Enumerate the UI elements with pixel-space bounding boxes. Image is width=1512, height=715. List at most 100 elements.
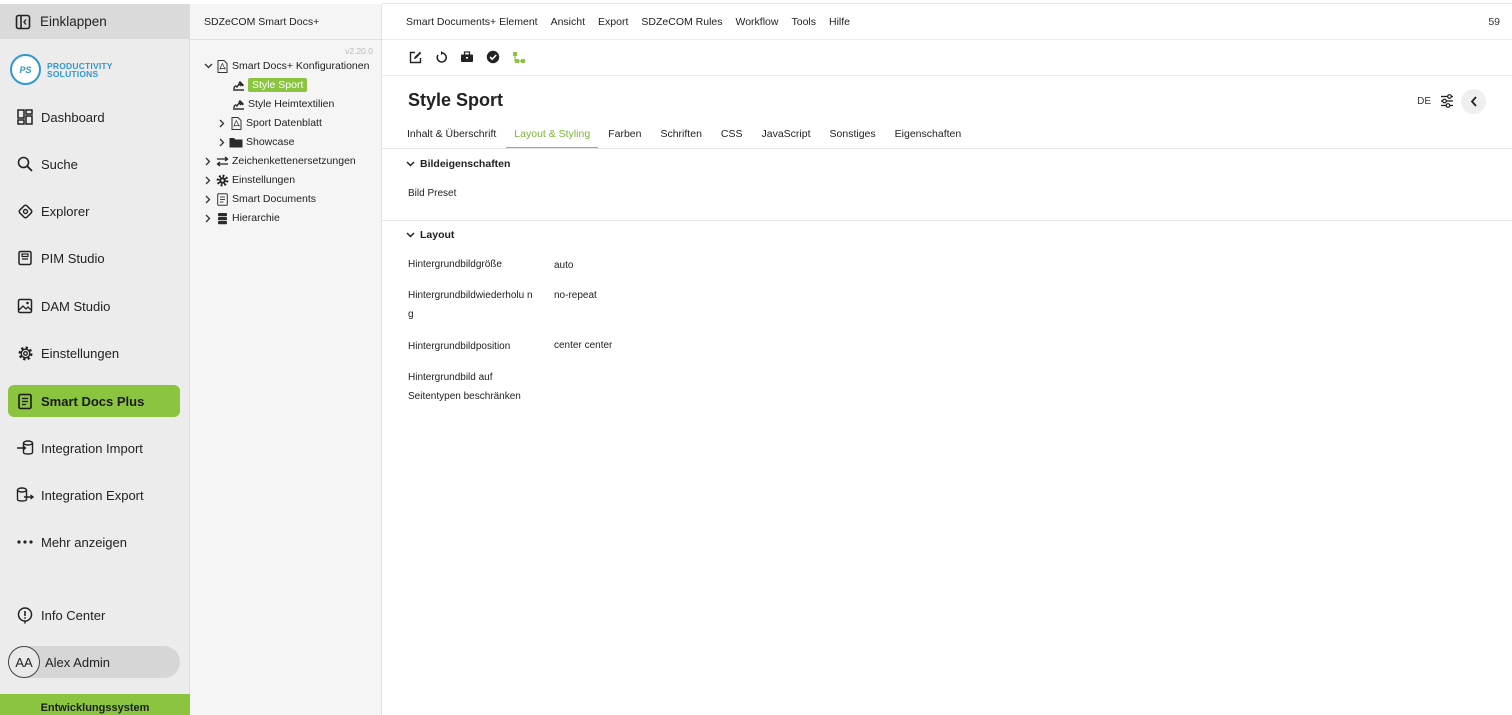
collapse-label: Einklappen [40, 14, 107, 29]
nav-label: DAM Studio [41, 298, 111, 314]
tree-node-konfigurationen[interactable]: Smart Docs+ Konfigurationen [202, 58, 369, 74]
nav-item-smart-docs-plus[interactable]: Smart Docs Plus [8, 385, 180, 417]
tree-node-zeichenkettenersetzungen[interactable]: Zeichenkettenersetzungen [202, 153, 356, 169]
chevron-down-icon [406, 232, 415, 238]
menu-item-ansicht[interactable]: Ansicht [551, 16, 585, 28]
chevron-right-icon[interactable] [202, 195, 214, 204]
explorer-icon [16, 202, 34, 220]
field-label-hintergrundbildgroesse: Hintergrundbildgröße [408, 259, 502, 270]
tree-node-hierarchie[interactable]: Hierarchie [202, 210, 280, 226]
field-value-hintergrundbildgroesse[interactable]: auto [554, 260, 573, 271]
tree-node-label: Smart Docs+ Konfigurationen [232, 60, 370, 72]
more-icon [16, 533, 34, 551]
tab-css[interactable]: CSS [720, 128, 744, 149]
nav-label: Explorer [41, 203, 90, 219]
counter-badge: 59 [1488, 16, 1500, 28]
tree-node-sport-datenblatt[interactable]: Sport Datenblatt [216, 115, 322, 131]
tree-node-label: Smart Documents [232, 193, 317, 205]
document-icon [16, 392, 34, 410]
collapse-button[interactable]: Einklappen [0, 4, 189, 39]
tree-node-label: Hierarchie [232, 212, 280, 224]
section-header-layout[interactable]: Layout [406, 229, 454, 241]
tab-farben[interactable]: Farben [607, 128, 642, 149]
menu-item-hilfe[interactable]: Hilfe [829, 16, 850, 28]
nav-item-mehr-anzeigen[interactable]: Mehr anzeigen [8, 526, 180, 558]
chevron-right-icon[interactable] [202, 176, 214, 185]
menu-item-sdzecom-rules[interactable]: SDZeCOM Rules [641, 16, 722, 28]
environment-badge: Entwicklungssystem [0, 694, 190, 715]
reload-icon[interactable] [433, 49, 449, 65]
tree-node-smart-documents[interactable]: Smart Documents [202, 191, 316, 207]
nav-label: Einstellungen [41, 345, 120, 361]
info-icon [16, 606, 34, 624]
nav-item-integration-export[interactable]: Integration Export [8, 479, 180, 511]
tree-node-style-heimtextilien[interactable]: Style Heimtextilien [230, 96, 334, 112]
section-header-bildeigenschaften[interactable]: Bildeigenschaften [406, 158, 510, 170]
field-value-hintergrundbildposition[interactable]: center center [554, 340, 612, 351]
chevron-down-icon[interactable] [202, 63, 214, 69]
info-center-button[interactable]: Info Center [8, 599, 180, 631]
nav-item-einstellungen[interactable]: Einstellungen [8, 337, 180, 369]
nav-label: Smart Docs Plus [41, 393, 145, 409]
chevron-right-icon[interactable] [202, 214, 214, 223]
divider [382, 220, 1512, 221]
language-selector[interactable]: DE [1417, 96, 1431, 107]
nav-label: Mehr anzeigen [41, 534, 127, 550]
nav-item-explorer[interactable]: Explorer [8, 195, 180, 227]
tab-inhalt-ueberschrift[interactable]: Inhalt & Überschrift [406, 128, 497, 149]
tree-node-showcase[interactable]: Showcase [216, 134, 294, 150]
menu-item-tools[interactable]: Tools [791, 16, 816, 28]
user-menu[interactable]: AA Alex Admin [8, 646, 180, 678]
pdf-icon [215, 59, 229, 73]
logo-line-2: SOLUTIONS [47, 68, 99, 79]
tab-schriften[interactable]: Schriften [659, 128, 702, 149]
menu-item-element[interactable]: Smart Documents+ Element [406, 16, 538, 28]
version-label: v2.20.0 [345, 46, 373, 56]
nav-item-dashboard[interactable]: Dashboard [8, 101, 180, 133]
collapse-icon [15, 14, 31, 29]
tree-node-einstellungen[interactable]: Einstellungen [202, 172, 295, 188]
menu-bar: Smart Documents+ Element Ansicht Export … [406, 16, 863, 28]
tab-javascript[interactable]: JavaScript [761, 128, 812, 149]
menu-item-export[interactable]: Export [598, 16, 628, 28]
nav-item-suche[interactable]: Suche [8, 148, 180, 180]
tree-node-label: Einstellungen [232, 174, 296, 186]
nav-label: Integration Export [41, 487, 144, 503]
section-title: Bildeigenschaften [420, 158, 511, 170]
company-logo: PS PRODUCTIVITY SOLUTIONS [10, 54, 113, 85]
check-circle-icon[interactable] [485, 49, 501, 65]
chevron-right-icon[interactable] [216, 138, 228, 147]
nav-item-dam-studio[interactable]: DAM Studio [8, 290, 180, 322]
field-label-seitentypen-beschraenken: Hintergrundbild auf Seitentypen beschrän… [408, 372, 521, 402]
top-edge [382, 0, 1512, 4]
search-icon [16, 155, 34, 173]
tab-sonstiges[interactable]: Sonstiges [829, 128, 877, 149]
database-icon [215, 211, 229, 225]
image-icon [16, 297, 34, 315]
main-navigation: Einklappen PS PRODUCTIVITY SOLUTIONS Das… [0, 0, 190, 715]
section-title: Layout [420, 229, 455, 241]
tree-node-label: Sport Datenblatt [246, 117, 322, 129]
chevron-right-icon[interactable] [202, 157, 214, 166]
nav-item-integration-import[interactable]: Integration Import [8, 432, 180, 464]
pim-studio-icon [16, 249, 34, 267]
pdf-icon [229, 116, 243, 130]
briefcase-icon[interactable] [459, 49, 475, 65]
nav-item-pim-studio[interactable]: PIM Studio [8, 242, 180, 274]
edit-icon[interactable] [407, 49, 423, 65]
tab-eigenschaften[interactable]: Eigenschaften [894, 128, 963, 149]
tab-layout-styling[interactable]: Layout & Styling [506, 128, 599, 149]
sliders-icon[interactable] [1440, 94, 1454, 111]
database-export-icon [16, 486, 34, 504]
field-label-hintergrundbildposition: Hintergrundbildposition [408, 341, 511, 352]
tab-bar: Inhalt & Überschrift Layout & Styling Fa… [406, 128, 979, 149]
menu-item-workflow[interactable]: Workflow [736, 16, 779, 28]
tree-node-style-sport[interactable]: Style Sport [230, 77, 308, 93]
field-value-hintergrundbildwiederholung[interactable]: no-repeat [554, 290, 597, 301]
info-center-label: Info Center [41, 607, 106, 623]
collapse-panel-button[interactable] [1461, 89, 1486, 114]
chevron-right-icon[interactable] [216, 119, 228, 128]
chevron-down-icon [406, 161, 415, 167]
hierarchy-icon[interactable] [511, 49, 527, 65]
nav-label: PIM Studio [41, 250, 105, 266]
